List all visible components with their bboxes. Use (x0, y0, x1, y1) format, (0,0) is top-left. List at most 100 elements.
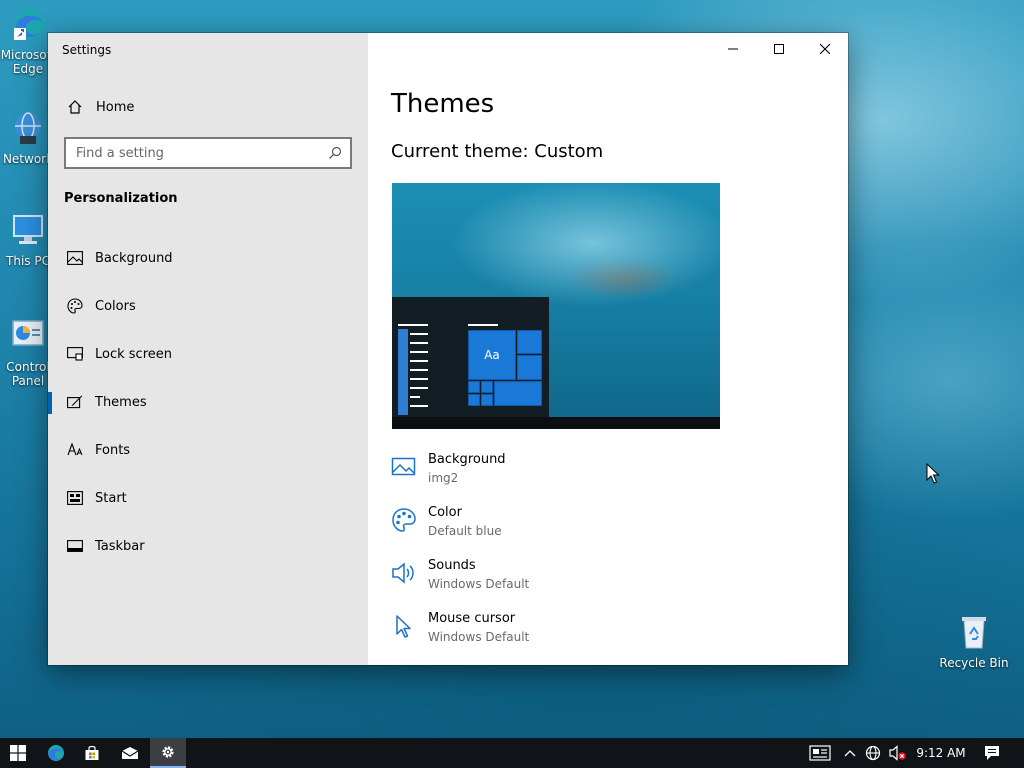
preview-tile (481, 394, 493, 406)
theme-color-value: Default blue (428, 524, 502, 538)
speaker-icon (392, 562, 414, 584)
tray-network-button[interactable] (862, 738, 884, 768)
sidebar-item-label: Fonts (95, 442, 131, 458)
sidebar-item-themes[interactable]: Themes (48, 378, 368, 426)
theme-mouse-cursor-link[interactable]: Mouse cursor Windows Default (391, 611, 691, 657)
tray-clock[interactable]: 9:12 AM (914, 738, 968, 768)
preview-line (410, 360, 428, 362)
sidebar-item-background[interactable]: Background (48, 234, 368, 282)
start-button[interactable] (0, 738, 36, 768)
notification-icon (985, 746, 999, 760)
control-panel-icon (12, 320, 44, 346)
taskbar: 9:12 AM (0, 738, 1024, 768)
mail-icon (121, 747, 139, 759)
sidebar-item-label: Lock screen (95, 346, 172, 362)
close-icon (820, 44, 830, 54)
computer-icon (13, 215, 43, 244)
preview-line (410, 351, 428, 353)
brush-icon (64, 394, 86, 410)
sidebar-item-start[interactable]: Start (48, 474, 368, 522)
network-icon (15, 112, 41, 144)
taskbar-store-button[interactable] (74, 738, 110, 768)
theme-preview: Aa (392, 183, 720, 429)
preview-line (410, 387, 428, 389)
desktop-icon-recycle-bin[interactable]: Recycle Bin (936, 614, 1012, 670)
home-icon (64, 99, 86, 115)
desktop-icon-label: Recycle Bin (939, 656, 1009, 670)
edge-icon (48, 745, 64, 761)
maximize-icon (774, 44, 784, 54)
news-icon (809, 745, 831, 761)
edge-icon (14, 9, 45, 40)
preview-tile (517, 330, 542, 354)
close-button[interactable] (802, 33, 848, 65)
image-icon (64, 251, 86, 265)
preview-tile (494, 381, 542, 406)
palette-icon (64, 298, 86, 314)
preview-app-list-bar (398, 329, 408, 415)
taskbar-edge-button[interactable] (38, 738, 74, 768)
settings-window: Settings Home Personalization Background (48, 33, 848, 665)
windows-logo-icon (10, 745, 26, 761)
theme-sounds-value: Windows Default (428, 577, 530, 591)
sidebar-item-label: Taskbar (95, 538, 145, 554)
recycle-bin-icon (962, 617, 986, 649)
preview-line (410, 342, 428, 344)
search-input[interactable] (76, 145, 316, 161)
show-hidden-icons-button[interactable] (840, 738, 860, 768)
font-icon (64, 443, 86, 457)
taskbar-settings-button[interactable] (150, 738, 186, 768)
home-label: Home (96, 99, 135, 115)
maximize-button[interactable] (756, 33, 802, 65)
preview-line (410, 405, 428, 407)
theme-background-link[interactable]: Background img2 (391, 452, 691, 498)
preview-line (410, 378, 428, 380)
search-icon[interactable] (328, 146, 342, 160)
preview-start-menu: Aa (392, 297, 549, 429)
preview-tile (468, 381, 480, 393)
sidebar-item-label: Background (95, 250, 173, 266)
tray-volume-button[interactable] (886, 738, 910, 768)
page-title: Themes (391, 89, 495, 119)
palette-icon (392, 508, 416, 532)
preview-line (410, 369, 428, 371)
window-title: Settings (62, 43, 112, 57)
gear-icon (162, 746, 174, 758)
theme-color-link[interactable]: Color Default blue (391, 505, 691, 551)
nav-list: Background Colors Lock screen Themes Fon… (48, 234, 368, 570)
theme-sounds-name: Sounds (428, 558, 476, 573)
taskbar-icon (64, 540, 86, 552)
theme-color-name: Color (428, 505, 462, 520)
sidebar-item-label: Start (95, 490, 127, 506)
cursor-icon (396, 615, 411, 638)
sidebar-item-colors[interactable]: Colors (48, 282, 368, 330)
globe-icon (865, 745, 881, 761)
minimize-button[interactable] (710, 33, 756, 65)
preview-line (410, 396, 420, 398)
preview-line (410, 333, 428, 335)
taskbar-mail-button[interactable] (112, 738, 148, 768)
preview-tile (517, 355, 542, 380)
mouse-pointer-icon (926, 463, 940, 484)
theme-background-name: Background (428, 452, 506, 467)
search-box[interactable] (64, 137, 352, 169)
start-icon (64, 491, 86, 505)
theme-mouse-cursor-name: Mouse cursor (428, 611, 516, 626)
home-nav-button[interactable]: Home (48, 89, 368, 125)
action-center-button[interactable] (976, 738, 1008, 768)
preview-line (398, 324, 428, 326)
chevron-up-icon (844, 750, 856, 757)
section-title: Personalization (64, 191, 178, 206)
preview-tile (468, 394, 480, 406)
current-theme-heading: Current theme: Custom (391, 141, 604, 162)
minimize-icon (728, 48, 738, 50)
speaker-muted-icon (889, 745, 906, 761)
store-icon (85, 745, 99, 760)
sidebar-item-taskbar[interactable]: Taskbar (48, 522, 368, 570)
theme-sounds-link[interactable]: Sounds Windows Default (391, 558, 691, 604)
tray-news-button[interactable] (806, 738, 834, 768)
theme-mouse-cursor-value: Windows Default (428, 630, 530, 644)
sidebar-item-lock-screen[interactable]: Lock screen (48, 330, 368, 378)
preview-taskbar (392, 417, 720, 429)
sidebar-item-fonts[interactable]: Fonts (48, 426, 368, 474)
